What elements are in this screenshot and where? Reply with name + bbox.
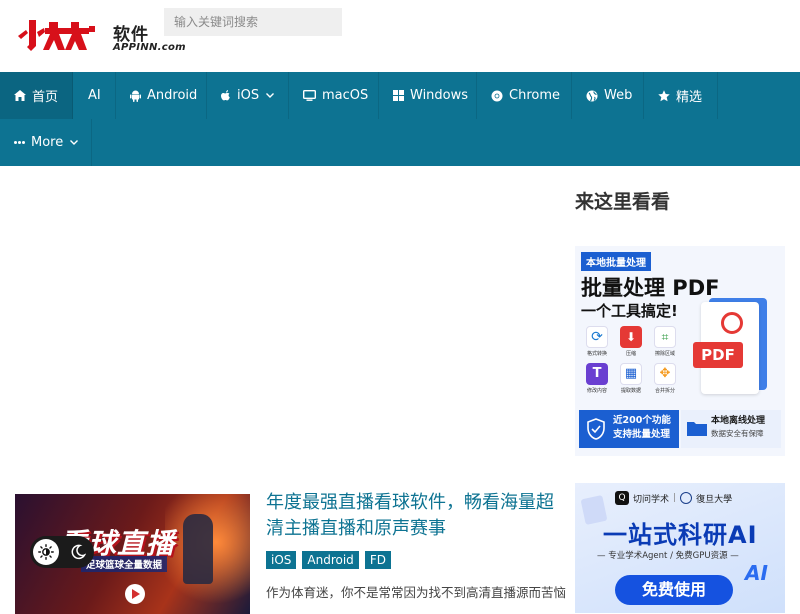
nav-item-label: 精选 <box>676 90 703 105</box>
feature-erase: ⌗ 擦除区域 <box>649 326 681 357</box>
pdf-file-icon: PDF <box>693 298 773 398</box>
ad-badge: 本地批量处理 <box>581 252 651 271</box>
monitor-icon <box>303 90 316 101</box>
nav-item-featured[interactable]: 精选 <box>644 72 718 119</box>
ad-brand: Q 切问学术 | 復旦大學 <box>615 491 732 505</box>
feature-merge: ✥ 合并拆分 <box>649 363 681 394</box>
feature-convert: ⟳ 格式转换 <box>581 326 613 357</box>
site-logo[interactable]: 软件 APPINN.com <box>15 16 186 56</box>
windows-icon <box>393 90 404 101</box>
post-tags: iOS Android FD <box>266 551 391 569</box>
ad-feature-grid: ⟳ 格式转换 ⬇ 压缩 ⌗ 擦除区域 T 修改内容 ▦ 提取数据 ✥ 合并拆分 <box>581 326 681 394</box>
home-icon <box>14 90 26 101</box>
post-excerpt: 作为体育迷，你不是常常因为找不到高清直播源而苦恼 <box>266 585 566 600</box>
logo-mark-icon <box>18 20 95 51</box>
theme-toggle[interactable] <box>30 536 94 568</box>
main-nav: 首页 AI Android iOS macOS Windows Chrome W… <box>0 72 800 166</box>
player-figure <box>183 514 213 584</box>
ad-banner-pdf[interactable]: 本地批量处理 批量处理 PDF 一个工具搞定! ⟳ 格式转换 ⬇ 压缩 ⌗ 擦除区域 … <box>575 246 785 456</box>
nav-item-web[interactable]: Web <box>572 72 644 119</box>
logo-text-en: APPINN.com <box>113 42 186 53</box>
post-title-link[interactable]: 年度最强直播看球软件，畅看海量超清主播直播和原声赛事 <box>266 490 566 542</box>
nav-item-chrome[interactable]: Chrome <box>477 72 572 119</box>
sun-icon <box>38 544 54 560</box>
moon-icon <box>71 544 86 560</box>
ad2-corner: AI <box>745 561 768 585</box>
feature-extract: ▦ 提取数据 <box>615 363 647 394</box>
nav-item-label: More <box>31 135 64 150</box>
nav-item-more[interactable]: More <box>0 119 92 166</box>
nav-item-windows[interactable]: Windows <box>379 72 477 119</box>
tag-ios[interactable]: iOS <box>266 551 297 569</box>
light-mode-button[interactable] <box>33 539 59 565</box>
ad2-headline: 一站式科研AI <box>603 521 758 549</box>
ad-bottom-right: 本地离线处理 数据安全有保障 <box>681 410 781 448</box>
nav-item-label: iOS <box>237 88 260 103</box>
ad2-cta-button[interactable]: 免费使用 <box>615 575 733 605</box>
nav-item-label: AI <box>88 88 101 103</box>
chevron-down-icon <box>70 140 79 145</box>
ellipsis-icon <box>14 141 25 144</box>
tag-fd[interactable]: FD <box>364 551 391 569</box>
apple-icon <box>221 89 230 100</box>
ad-banner-research-ai[interactable]: Q 切问学术 | 復旦大學 一站式科研AI — 专业学术Agent / 免费GP… <box>575 483 785 613</box>
shield-check-icon <box>587 418 605 440</box>
ad-subhead: 一个工具搞定! <box>581 302 678 320</box>
android-icon <box>130 90 141 102</box>
site-header: 软件 APPINN.com <box>0 0 800 72</box>
tag-android[interactable]: Android <box>302 551 359 569</box>
nav-item-label: macOS <box>322 88 369 103</box>
play-icon <box>125 584 145 604</box>
globe-icon <box>586 90 598 101</box>
nav-item-label: Chrome <box>509 88 560 103</box>
sidebar-title: 来这里看看 <box>575 191 671 213</box>
chrome-icon <box>491 90 503 101</box>
nav-item-label: Android <box>147 88 198 103</box>
chevron-down-icon <box>266 93 275 98</box>
nav-item-label: Windows <box>410 88 469 103</box>
folder-icon <box>687 422 707 436</box>
nav-item-macos[interactable]: macOS <box>289 72 379 119</box>
nav-item-label: 首页 <box>32 90 59 105</box>
nav-item-ios[interactable]: iOS <box>207 72 289 119</box>
dark-mode-button[interactable] <box>65 539 91 565</box>
feature-edit: T 修改内容 <box>581 363 613 394</box>
feature-compress: ⬇ 压缩 <box>615 326 647 357</box>
nav-item-label: Web <box>604 88 633 103</box>
nav-item-android[interactable]: Android <box>116 72 207 119</box>
ad2-subhead: — 专业学术Agent / 免费GPU资源 — <box>597 551 739 561</box>
ad-bottom-left: 近200个功能 支持批量处理 <box>579 410 679 448</box>
search-input[interactable] <box>164 8 342 36</box>
nav-item-ai[interactable]: AI <box>73 72 116 119</box>
thumb-subtitle: 足球篮球全量数据 <box>81 556 168 572</box>
nav-item-home[interactable]: 首页 <box>0 72 73 119</box>
star-icon <box>658 89 670 101</box>
